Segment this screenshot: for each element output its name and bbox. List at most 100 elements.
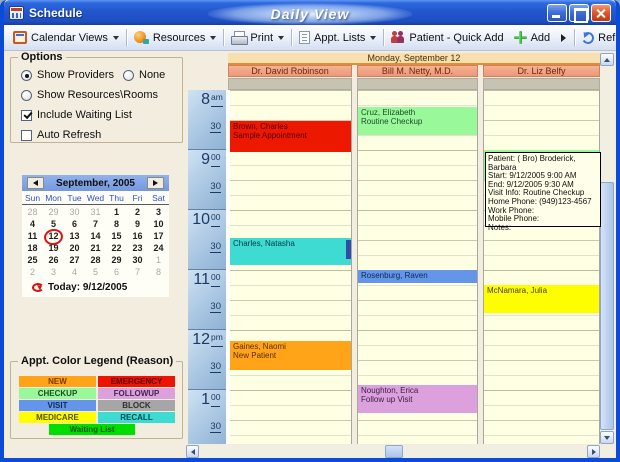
appt-lists-button[interactable]: Appt. Lists <box>294 29 381 46</box>
add-label: Add <box>531 32 551 44</box>
calendar-day[interactable]: 9 <box>127 218 148 230</box>
calendar-header: September, 2005 <box>22 175 169 191</box>
show-providers-radio[interactable]: Show Providers <box>21 69 114 81</box>
calendar-day[interactable]: 6 <box>64 218 85 230</box>
appointment[interactable]: Cruz, ElizabethRoutine Checkup <box>358 107 477 135</box>
legend-item-medicare: MEDICARE <box>19 412 96 423</box>
horizontal-scroll-thumb[interactable] <box>385 445 403 458</box>
calendar-day[interactable]: 19 <box>43 242 64 254</box>
calendar-day[interactable]: 11 <box>22 230 43 242</box>
add-button[interactable]: Add <box>509 29 556 46</box>
calendar-day[interactable]: 5 <box>85 266 106 278</box>
show-resources-radio[interactable]: Show Resources\Rooms <box>21 89 158 101</box>
print-icon <box>231 31 246 44</box>
appointment[interactable]: Brown, CharlesSample Appointment <box>230 121 351 152</box>
calendar-day[interactable]: 4 <box>64 266 85 278</box>
appointment[interactable]: Gaines, NaomiNew Patient <box>230 341 351 370</box>
patient-quick-add-button[interactable]: Patient - Quick Add <box>386 29 508 46</box>
hour-suffix: 00 <box>211 213 220 227</box>
calendar-day[interactable]: 29 <box>106 254 127 266</box>
calendar-day[interactable]: 16 <box>127 230 148 242</box>
calendar-day[interactable]: 17 <box>148 230 169 242</box>
calendar-day[interactable]: 8 <box>106 218 127 230</box>
calendar-day[interactable]: 28 <box>22 206 43 218</box>
refresh-button[interactable]: Refresh <box>577 30 620 46</box>
legend-item-checkup: CHECKUP <box>19 388 96 399</box>
scroll-right-button[interactable] <box>587 445 600 458</box>
resources-button[interactable]: Resources <box>129 29 222 46</box>
calendar-day[interactable]: 29 <box>43 206 64 218</box>
radio-icon[interactable] <box>123 70 134 81</box>
radio-icon[interactable] <box>21 90 32 101</box>
calendar-day[interactable]: 30 <box>64 206 85 218</box>
include-waiting-list-label: Include Waiting List <box>37 109 132 121</box>
calendar-day[interactable]: 3 <box>148 206 169 218</box>
appointment[interactable]: Rosenburg, Raven <box>358 270 477 283</box>
calendar-day-selected[interactable]: 12 <box>43 230 64 242</box>
up-arrow-icon <box>604 58 610 62</box>
include-waiting-list-checkbox[interactable]: Include Waiting List <box>21 109 132 121</box>
minimize-button[interactable] <box>547 4 567 22</box>
calendar-day[interactable]: 23 <box>127 242 148 254</box>
calendar-day[interactable]: 10 <box>148 218 169 230</box>
waiting-list-indicator <box>346 240 351 259</box>
calendar-day[interactable]: 13 <box>64 230 85 242</box>
calendar-day[interactable]: 7 <box>127 266 148 278</box>
appointment[interactable]: Noughton, EricaFollow up Visit <box>358 385 477 413</box>
app-icon <box>9 6 24 20</box>
calendar-day[interactable]: 25 <box>22 254 43 266</box>
chevron-down-icon <box>210 36 216 40</box>
calendar-day[interactable]: 4 <box>22 218 43 230</box>
appointment[interactable]: Charles, Natasha <box>230 238 351 265</box>
options-groupbox: Options Show Providers None Show Resourc… <box>10 57 183 143</box>
auto-refresh-checkbox[interactable]: Auto Refresh <box>21 129 101 141</box>
calendar-day[interactable]: 15 <box>106 230 127 242</box>
calendar-day[interactable]: 2 <box>22 266 43 278</box>
calendar-day[interactable]: 31 <box>85 206 106 218</box>
legend-item-visit: VISIT <box>19 400 96 411</box>
scroll-up-button[interactable] <box>600 53 614 66</box>
calendar-next-button[interactable] <box>147 177 164 189</box>
calendar-day[interactable]: 28 <box>85 254 106 266</box>
refresh-label: Refresh <box>598 32 620 44</box>
title-bar[interactable]: Schedule Daily View <box>4 0 616 25</box>
calendar-today-row[interactable]: Today: 9/12/2005 <box>22 279 169 297</box>
calendar-prev-button[interactable] <box>27 177 44 189</box>
calendar-day[interactable]: 2 <box>127 206 148 218</box>
calendar-day[interactable]: 18 <box>22 242 43 254</box>
calendar-day[interactable]: 21 <box>85 242 106 254</box>
appointment[interactable]: McNamara, Julia <box>484 285 599 313</box>
close-button[interactable] <box>591 4 611 22</box>
calendar-views-button[interactable]: Calendar Views <box>8 29 124 46</box>
scroll-down-button[interactable] <box>600 431 614 444</box>
calendar-day[interactable]: 26 <box>43 254 64 266</box>
legend-item-emergency: EMERGENCY <box>98 376 175 387</box>
calendar-day[interactable]: 1 <box>106 206 127 218</box>
checkbox-icon[interactable] <box>21 130 32 141</box>
calendar-day[interactable]: 7 <box>85 218 106 230</box>
vertical-scroll-thumb[interactable] <box>600 182 614 430</box>
calendar-day[interactable]: 24 <box>148 242 169 254</box>
schedule-column[interactable]: Cruz, ElizabethRoutine Checkup Rosenburg,… <box>357 90 478 444</box>
submenu-arrow-icon[interactable] <box>561 34 566 42</box>
show-resources-label: Show Resources\Rooms <box>37 89 158 101</box>
print-button[interactable]: Print <box>226 29 289 46</box>
calendar-day[interactable]: 1 <box>148 254 169 266</box>
calendar-day[interactable]: 14 <box>85 230 106 242</box>
calendar-day[interactable]: 8 <box>148 266 169 278</box>
maximize-button[interactable] <box>569 4 589 22</box>
calendar-day[interactable]: 3 <box>43 266 64 278</box>
calendar-day[interactable]: 6 <box>106 266 127 278</box>
none-radio[interactable]: None <box>123 69 165 81</box>
checkbox-icon[interactable] <box>21 110 32 121</box>
schedule-column[interactable]: Brown, CharlesSample Appointment Charles,… <box>228 90 352 444</box>
calendar-day[interactable]: 22 <box>106 242 127 254</box>
calendar-day[interactable]: 20 <box>64 242 85 254</box>
calendar-day[interactable]: 30 <box>127 254 148 266</box>
radio-icon[interactable] <box>21 70 32 81</box>
calendar-dow: Mon <box>43 193 64 203</box>
calendar-day[interactable]: 27 <box>64 254 85 266</box>
provider-column-header: Dr. Liz Belfy <box>483 65 600 77</box>
scroll-left-button[interactable] <box>186 445 199 458</box>
schedule-column[interactable]: McNamara, Julia <box>483 90 600 444</box>
